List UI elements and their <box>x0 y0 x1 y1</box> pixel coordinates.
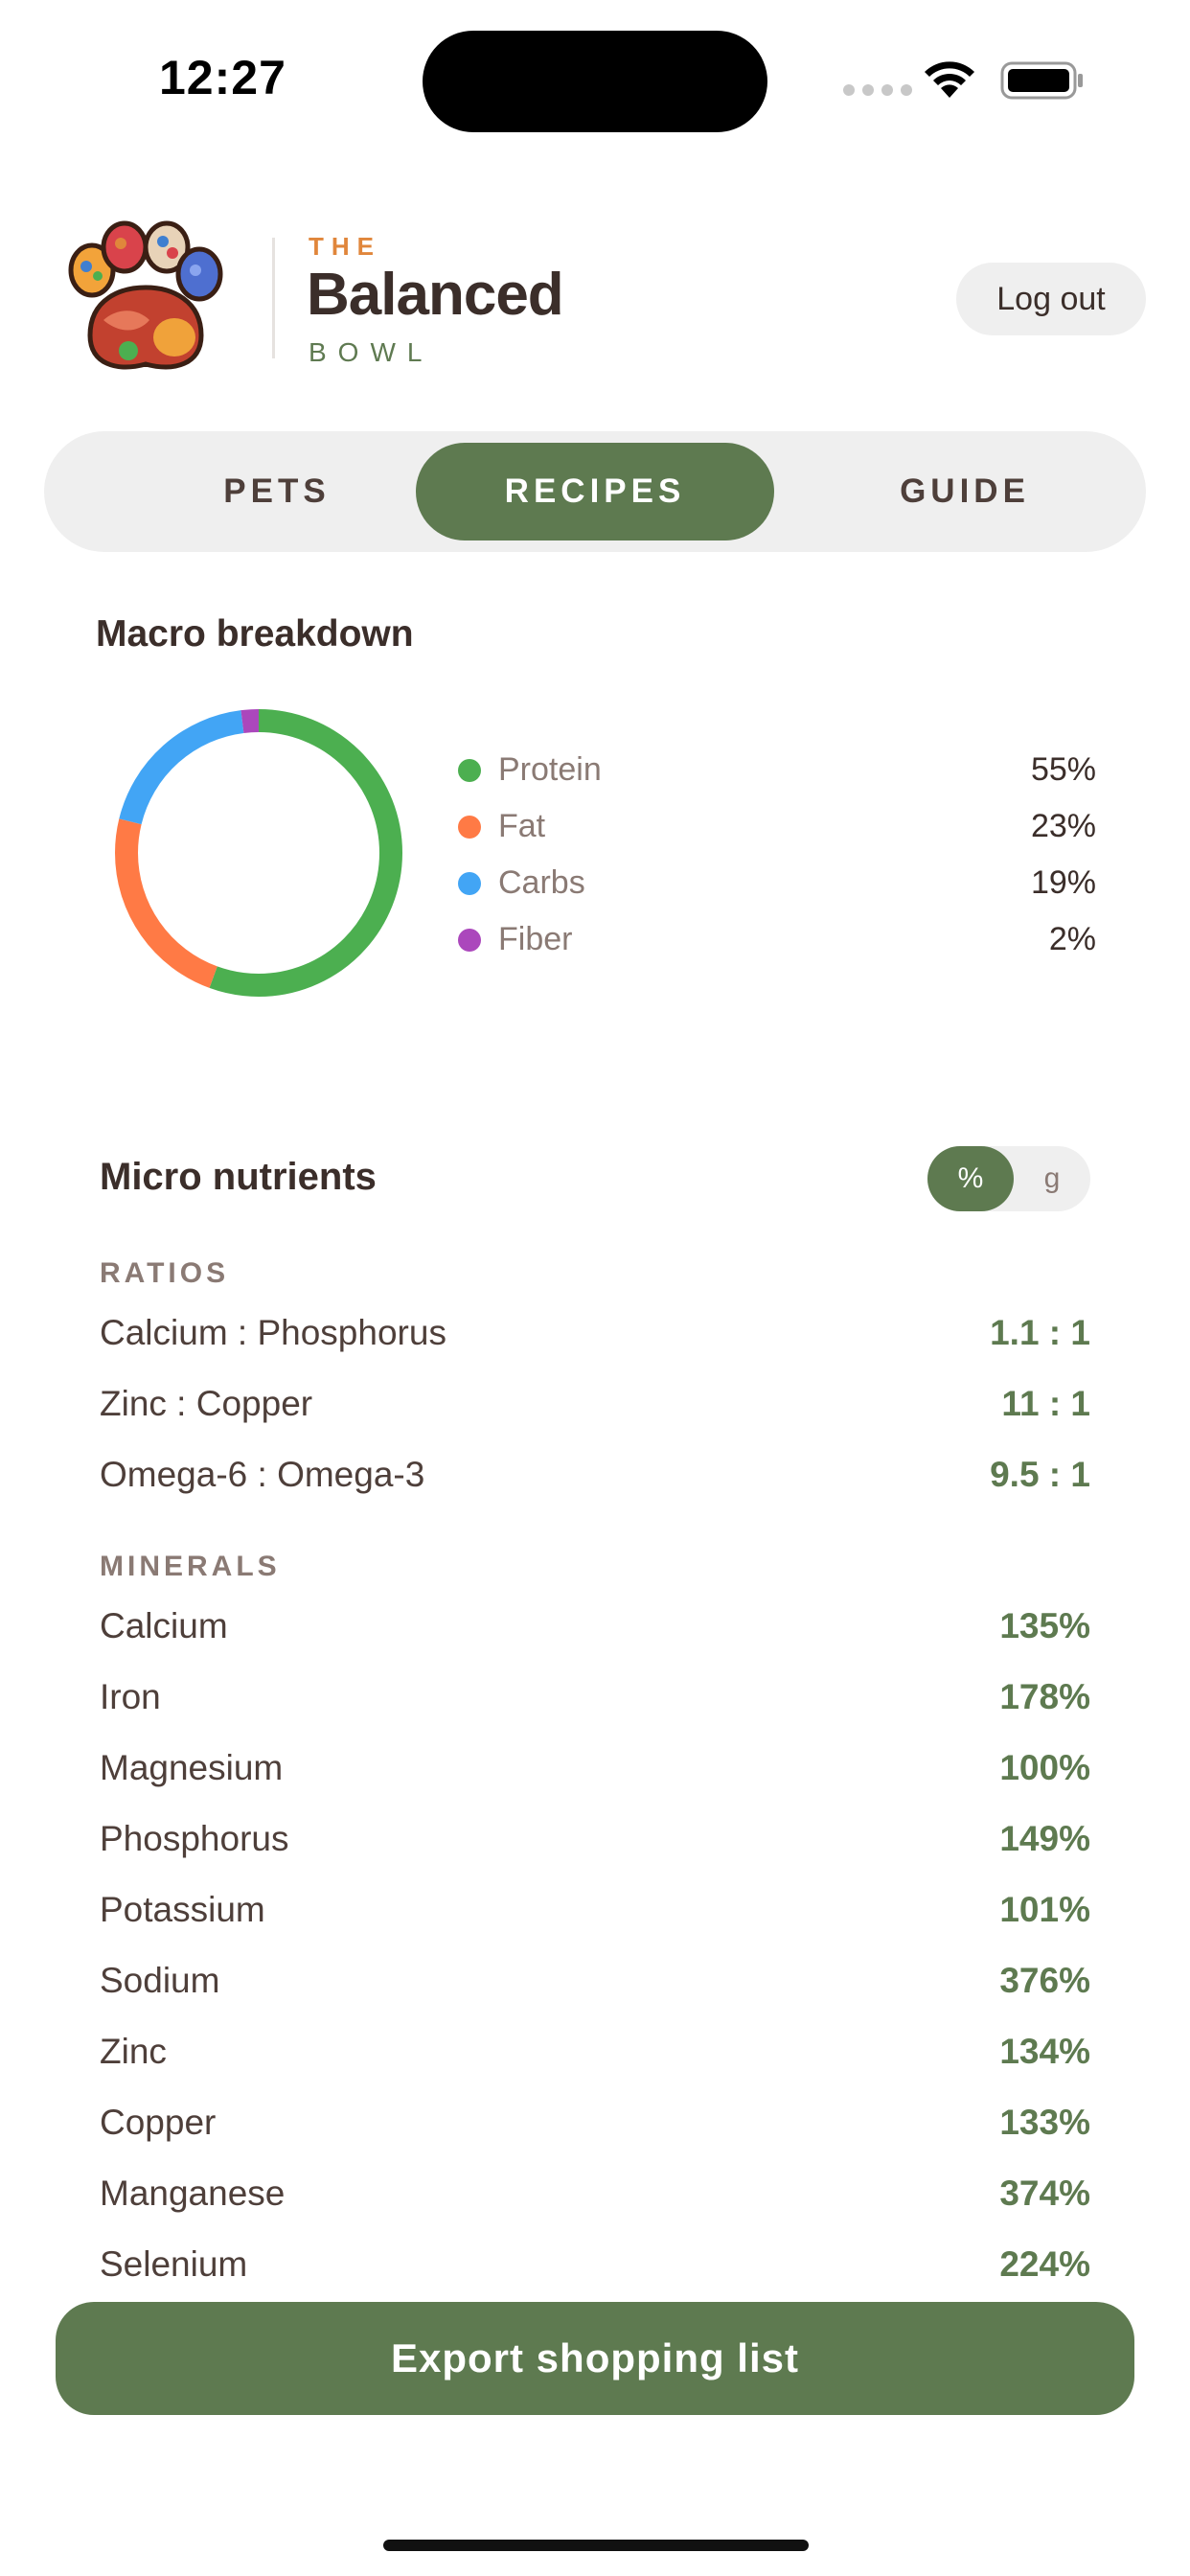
legend-value: 23% <box>1030 808 1096 844</box>
list-item: Phosphorus 149% <box>100 1819 1090 1890</box>
legend-label: Fiber <box>498 921 573 957</box>
logout-button[interactable]: Log out <box>956 263 1146 335</box>
legend-dot <box>458 759 481 782</box>
mineral-name: Selenium <box>100 2244 248 2284</box>
micro-title: Micro nutrients <box>100 1156 377 1198</box>
legend-value: 55% <box>1030 751 1096 788</box>
tab-bar: PETS RECIPES GUIDE <box>44 431 1146 552</box>
mineral-name: Copper <box>100 2103 217 2142</box>
mineral-value: 376% <box>999 1961 1090 2000</box>
legend-value: 2% <box>1048 921 1096 957</box>
list-item: Sodium 376% <box>100 1961 1090 2032</box>
mineral-value: 101% <box>999 1890 1090 1929</box>
mineral-name: Zinc <box>100 2032 167 2071</box>
mineral-name: Sodium <box>100 1961 220 2000</box>
brand-bowl: BOWL <box>309 337 434 367</box>
ratio-value: 11 : 1 <box>1001 1384 1090 1423</box>
mineral-name: Calcium <box>100 1606 228 1645</box>
legend-label: Protein <box>498 751 602 788</box>
brand-the: THE <box>309 232 381 261</box>
list-item: Calcium 135% <box>100 1606 1090 1677</box>
brand-name: Balanced <box>307 262 564 328</box>
unit-toggle: % g <box>927 1146 1090 1211</box>
percent-toggle-button[interactable]: % <box>927 1146 1014 1211</box>
wifi-icon <box>925 61 974 98</box>
mineral-name: Phosphorus <box>100 1819 289 1858</box>
list-item: Omega-6 : Omega-3 9.5 : 1 <box>100 1455 1090 1526</box>
battery-icon <box>1000 61 1083 100</box>
export-shopping-list-button[interactable]: Export shopping list <box>56 2302 1134 2415</box>
list-item: Copper 133% <box>100 2103 1090 2174</box>
list-item: Manganese 374% <box>100 2174 1090 2244</box>
legend-dot <box>458 929 481 952</box>
ratios-label: RATIOS <box>100 1257 230 1289</box>
mineral-value: 149% <box>999 1819 1090 1858</box>
paw-food-logo-icon <box>68 220 223 370</box>
minerals-label: MINERALS <box>100 1551 281 1582</box>
tab-recipes[interactable]: RECIPES <box>416 443 774 540</box>
mineral-name: Magnesium <box>100 1748 284 1787</box>
mineral-value: 135% <box>999 1606 1090 1645</box>
cellular-signal-icon <box>843 84 912 96</box>
legend-label: Carbs <box>498 864 585 901</box>
ratio-name: Zinc : Copper <box>100 1384 313 1423</box>
ratios-list: Calcium : Phosphorus 1.1 : 1 Zinc : Copp… <box>100 1313 1090 1526</box>
home-indicator <box>383 2540 809 2551</box>
ratio-value: 9.5 : 1 <box>990 1455 1090 1494</box>
mineral-value: 133% <box>999 2103 1090 2142</box>
legend-label: Fat <box>498 808 546 844</box>
legend-item-carbs: Carbs 19% <box>458 857 1096 913</box>
dynamic-island <box>423 31 767 132</box>
mineral-value: 134% <box>999 2032 1090 2071</box>
legend-item-fat: Fat 23% <box>458 800 1096 857</box>
macro-title: Macro breakdown <box>96 613 414 655</box>
ratio-value: 1.1 : 1 <box>990 1313 1090 1352</box>
ratio-name: Calcium : Phosphorus <box>100 1313 446 1352</box>
list-item: Zinc : Copper 11 : 1 <box>100 1384 1090 1455</box>
macro-donut-chart <box>115 709 402 997</box>
legend-item-fiber: Fiber 2% <box>458 913 1096 970</box>
list-item: Calcium : Phosphorus 1.1 : 1 <box>100 1313 1090 1384</box>
macro-legend: Protein 55% Fat 23% Carbs 19% Fiber 2% <box>458 744 1096 970</box>
mineral-name: Manganese <box>100 2174 286 2213</box>
list-item: Magnesium 100% <box>100 1748 1090 1819</box>
legend-dot <box>458 816 481 839</box>
legend-item-protein: Protein 55% <box>458 744 1096 800</box>
tab-pets[interactable]: PETS <box>98 443 456 540</box>
mineral-value: 374% <box>999 2174 1090 2213</box>
tab-guide[interactable]: GUIDE <box>786 443 1144 540</box>
mineral-value: 178% <box>999 1677 1090 1716</box>
list-item: Iron 178% <box>100 1677 1090 1748</box>
legend-value: 19% <box>1030 864 1096 901</box>
header-divider <box>272 238 275 358</box>
status-time: 12:27 <box>159 51 286 104</box>
mineral-value: 224% <box>999 2244 1090 2284</box>
gram-toggle-button[interactable]: g <box>1014 1146 1090 1211</box>
minerals-list: Calcium 135% Iron 178% Magnesium 100% Ph… <box>100 1606 1090 2315</box>
legend-dot <box>458 872 481 895</box>
list-item: Zinc 134% <box>100 2032 1090 2103</box>
mineral-value: 100% <box>999 1748 1090 1787</box>
ratio-name: Omega-6 : Omega-3 <box>100 1455 425 1494</box>
mineral-name: Potassium <box>100 1890 265 1929</box>
list-item: Potassium 101% <box>100 1890 1090 1961</box>
mineral-name: Iron <box>100 1677 161 1716</box>
